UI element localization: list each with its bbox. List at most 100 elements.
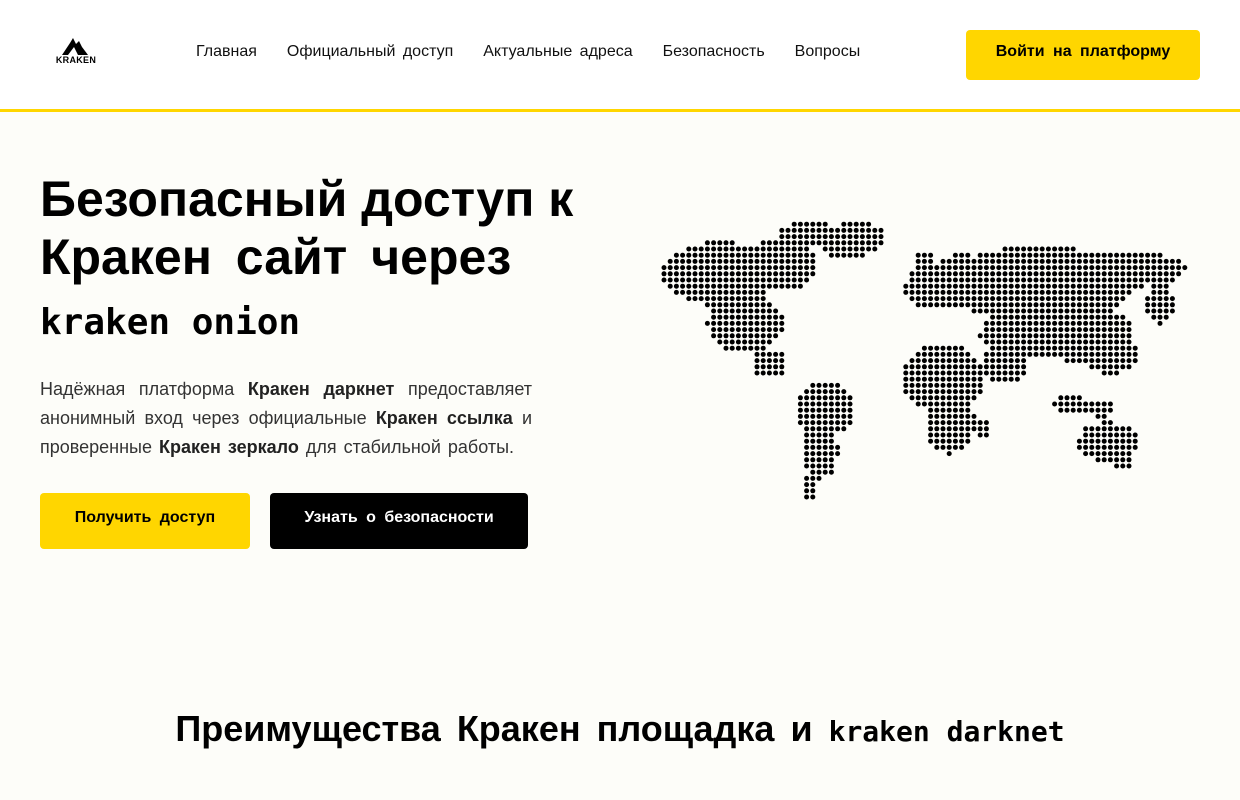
map-dot (1089, 351, 1095, 357)
map-dot (816, 475, 822, 481)
map-dot (990, 308, 996, 314)
map-dot (742, 308, 748, 314)
map-dot (971, 277, 977, 283)
map-dot (729, 296, 735, 302)
map-dot (909, 283, 915, 289)
map-dot (1120, 438, 1126, 444)
map-dot (1021, 308, 1027, 314)
map-dot (1008, 296, 1014, 302)
map-dot (952, 289, 958, 295)
map-dot (1033, 246, 1039, 252)
map-dot (1132, 271, 1138, 277)
map-dot (1008, 320, 1014, 326)
learn-security-button[interactable]: Узнать о безопасности (270, 493, 528, 549)
map-dot (952, 432, 958, 438)
map-dot (766, 252, 772, 258)
map-dot (1169, 265, 1175, 271)
map-dot (729, 327, 735, 333)
login-button[interactable]: Войти на платформу (966, 30, 1200, 80)
map-dot (940, 351, 946, 357)
map-dot (983, 358, 989, 364)
map-dot (804, 488, 810, 494)
map-dot (965, 420, 971, 426)
map-dot (1107, 327, 1113, 333)
nav-current-addresses[interactable]: Актуальные адреса (483, 43, 632, 61)
map-dot (748, 252, 754, 258)
map-dot (822, 401, 828, 407)
map-dot (1014, 327, 1020, 333)
map-dot (704, 240, 710, 246)
map-dot (1126, 444, 1132, 450)
map-dot (810, 432, 816, 438)
nav-home[interactable]: Главная (196, 43, 257, 61)
map-dot (1101, 364, 1107, 370)
map-dot (1033, 265, 1039, 271)
map-dot (959, 376, 965, 382)
map-dot (804, 494, 810, 500)
map-dot (1101, 277, 1107, 283)
map-dot (797, 277, 803, 283)
map-dot (1114, 370, 1120, 376)
map-dot (810, 407, 816, 413)
map-dot (1027, 345, 1033, 351)
kraken-logo[interactable]: KRAKEN (54, 35, 98, 67)
map-dot (959, 401, 965, 407)
map-dot (940, 265, 946, 271)
map-dot (723, 265, 729, 271)
map-dot (1120, 364, 1126, 370)
map-dot (791, 283, 797, 289)
map-dot (785, 240, 791, 246)
map-dot (841, 252, 847, 258)
map-dot (841, 426, 847, 432)
map-dot (735, 283, 741, 289)
map-dot (704, 246, 710, 252)
map-dot (940, 302, 946, 308)
map-dot (959, 432, 965, 438)
map-dot (1021, 351, 1027, 357)
map-dot (698, 252, 704, 258)
map-dot (711, 258, 717, 264)
map-dot (977, 302, 983, 308)
map-dot (704, 302, 710, 308)
map-dot (735, 289, 741, 295)
map-dot (797, 283, 803, 289)
nav-faq[interactable]: Вопросы (795, 43, 861, 61)
nav-official-access[interactable]: Официальный доступ (287, 43, 453, 61)
map-dot (804, 271, 810, 277)
map-dot (791, 221, 797, 227)
map-dot (729, 240, 735, 246)
get-access-button[interactable]: Получить доступ (40, 493, 250, 549)
map-dot (1095, 457, 1101, 463)
map-dot (698, 258, 704, 264)
map-dot (1021, 320, 1027, 326)
map-dot (1095, 358, 1101, 364)
map-dot (729, 252, 735, 258)
map-dot (760, 333, 766, 339)
map-dot (1002, 358, 1008, 364)
map-dot (990, 333, 996, 339)
map-dot (1039, 289, 1045, 295)
map-dot (711, 314, 717, 320)
kraken-logo-icon (62, 38, 88, 55)
map-dot (959, 302, 965, 308)
map-dot (1101, 320, 1107, 326)
map-dot (1101, 358, 1107, 364)
map-dot (1107, 333, 1113, 339)
map-dot (1107, 444, 1113, 450)
map-dot (1095, 314, 1101, 320)
map-dot (742, 314, 748, 320)
map-dot (1002, 246, 1008, 252)
map-dot (959, 420, 965, 426)
map-dot (990, 258, 996, 264)
map-dot (1089, 438, 1095, 444)
map-dot (909, 395, 915, 401)
nav-security[interactable]: Безопасность (663, 43, 765, 61)
map-dot (1045, 265, 1051, 271)
map-dot (909, 370, 915, 376)
map-dot (661, 271, 667, 277)
map-dot (1114, 432, 1120, 438)
map-dot (1114, 252, 1120, 258)
map-dot (804, 475, 810, 481)
map-dot (748, 296, 754, 302)
map-dot (841, 389, 847, 395)
